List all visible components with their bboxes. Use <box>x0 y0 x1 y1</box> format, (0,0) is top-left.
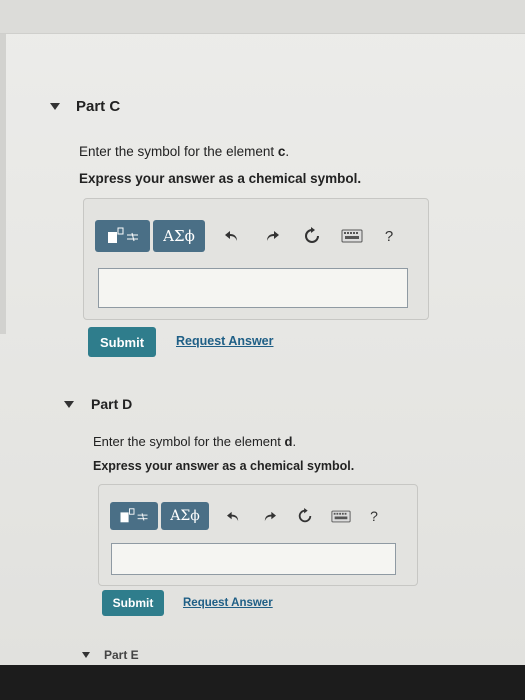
collapse-caret-icon[interactable] <box>64 400 74 408</box>
part-c-toolbar: ΑΣϕ ? <box>95 220 406 252</box>
part-d-request-answer-link[interactable]: Request Answer <box>183 597 273 609</box>
greek-symbols-button[interactable]: ΑΣϕ <box>161 502 209 530</box>
bottom-bezel <box>0 665 525 700</box>
templates-button[interactable] <box>110 502 158 530</box>
part-c-submit-button[interactable]: Submit <box>88 327 156 357</box>
part-c-instruction: Express your answer as a chemical symbol… <box>79 171 362 186</box>
templates-button[interactable] <box>95 220 150 252</box>
collapse-caret-icon[interactable] <box>82 652 90 658</box>
part-d-toolbar: ΑΣϕ ? <box>110 502 389 530</box>
part-c-answer-input[interactable] <box>98 268 408 308</box>
part-c-header[interactable]: Part C <box>50 98 120 115</box>
part-d-title: Part D <box>91 396 133 412</box>
part-c-title: Part C <box>76 98 121 115</box>
redo-icon[interactable] <box>252 220 292 252</box>
collapse-caret-icon[interactable] <box>50 103 60 110</box>
reset-icon[interactable] <box>292 220 332 252</box>
left-edge-bar <box>0 34 6 334</box>
part-c-request-answer-link[interactable]: Request Answer <box>176 334 273 348</box>
top-strip <box>0 0 525 34</box>
part-e-title: Part E <box>104 648 139 662</box>
part-e-header[interactable]: Part E <box>82 648 139 662</box>
reset-icon[interactable] <box>287 502 323 530</box>
part-d-instruction: Express your answer as a chemical symbol… <box>93 459 355 473</box>
redo-icon[interactable] <box>251 502 287 530</box>
part-d-prompt: Enter the symbol for the element d. <box>93 434 297 449</box>
undo-icon[interactable] <box>215 502 251 530</box>
part-d-answer-input[interactable] <box>111 543 396 575</box>
keyboard-icon[interactable] <box>323 502 359 530</box>
undo-icon[interactable] <box>212 220 252 252</box>
greek-symbols-button[interactable]: ΑΣϕ <box>153 220 205 252</box>
templates-icon <box>120 508 148 523</box>
part-c-prompt: Enter the symbol for the element c. <box>79 144 290 159</box>
part-d-header[interactable]: Part D <box>64 396 132 412</box>
help-icon[interactable]: ? <box>372 220 406 252</box>
keyboard-icon[interactable] <box>332 220 372 252</box>
templates-icon <box>107 227 138 243</box>
part-d-submit-button[interactable]: Submit <box>102 590 164 616</box>
help-icon[interactable]: ? <box>359 502 389 530</box>
